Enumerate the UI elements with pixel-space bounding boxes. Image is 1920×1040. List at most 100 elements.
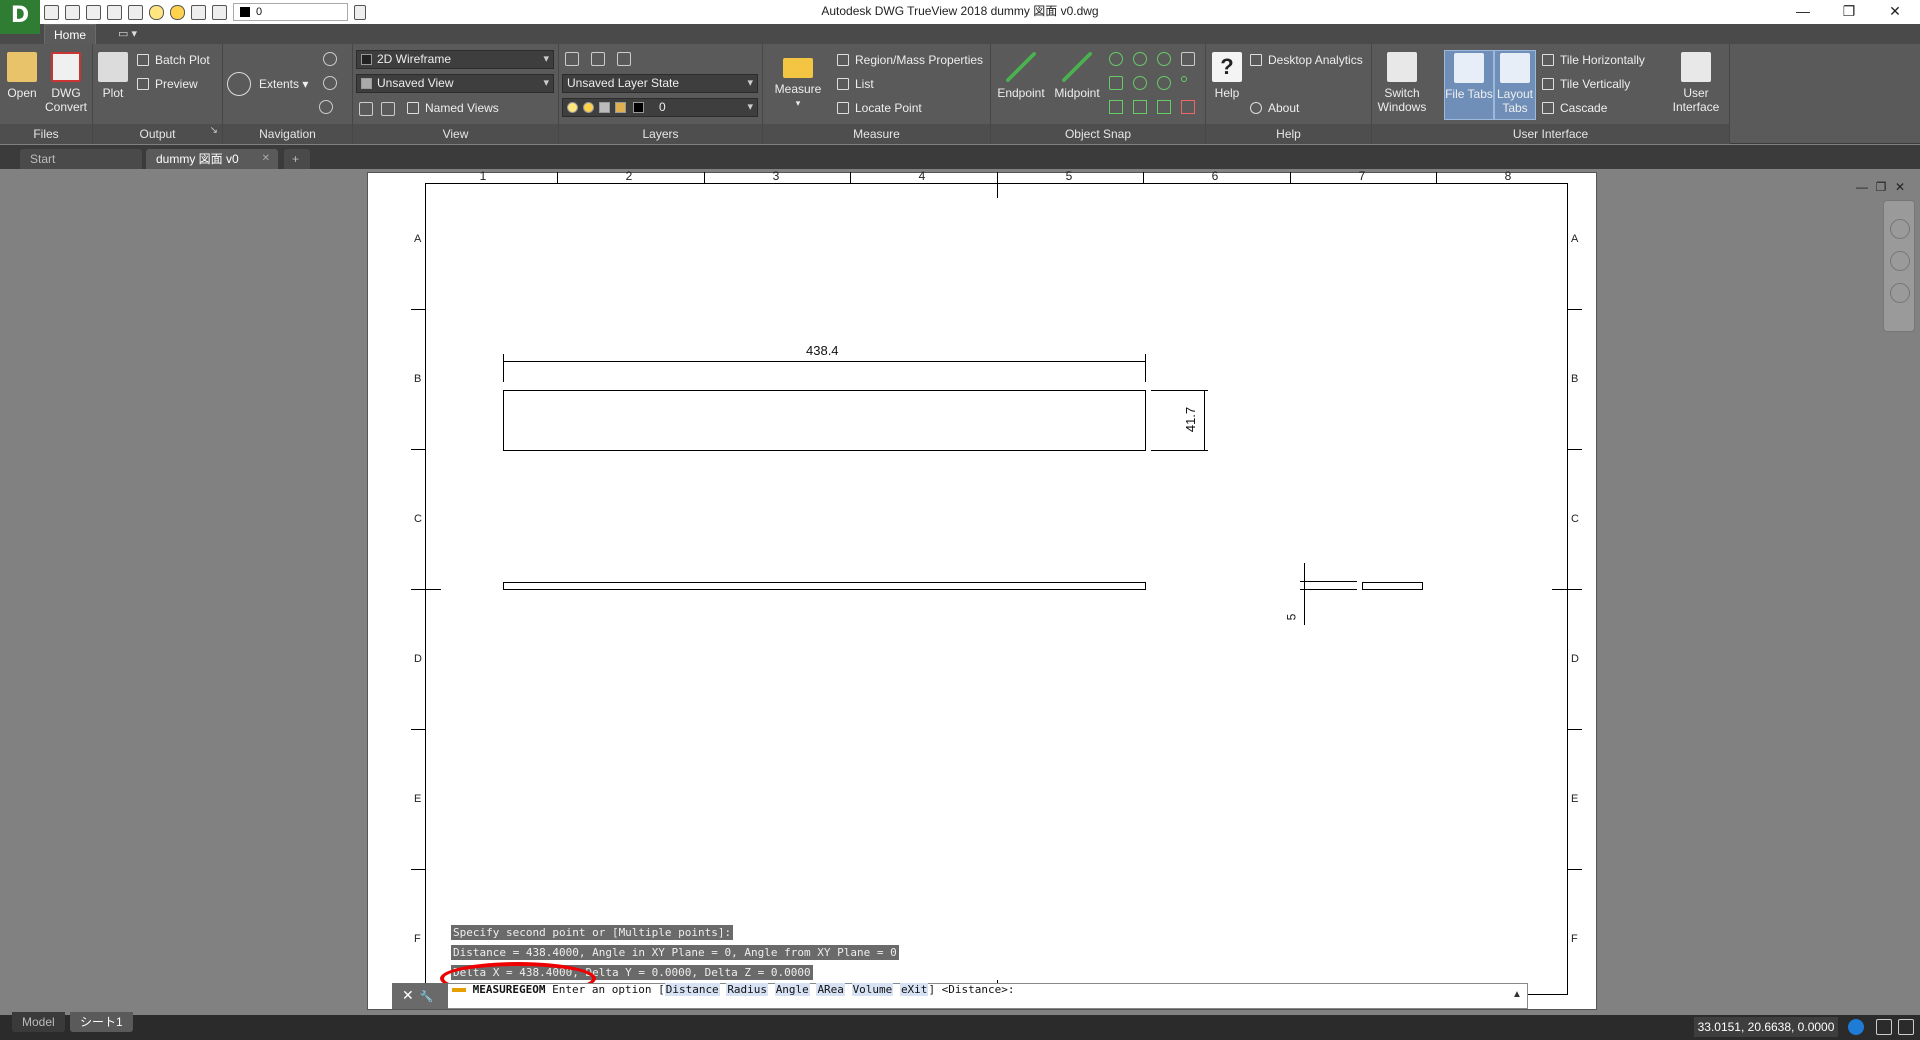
endpoint-button[interactable]: Endpoint — [995, 52, 1047, 100]
zoom-extents-icon[interactable] — [1890, 283, 1910, 303]
intersection-snap-icon[interactable] — [1133, 52, 1147, 66]
tab-close-icon[interactable]: ✕ — [262, 149, 270, 169]
about-button[interactable]: About — [1250, 98, 1299, 118]
tab-start[interactable]: Start — [20, 149, 142, 169]
desktop-analytics-button[interactable]: Desktop Analytics — [1250, 50, 1363, 70]
command-line-grip[interactable]: ✕🔧 — [392, 983, 448, 1009]
layout-tabs-button[interactable]: Layout Tabs — [1494, 50, 1536, 120]
part-side-view-rect[interactable] — [1362, 582, 1423, 590]
panel-label: User Interface — [1372, 124, 1729, 144]
restore-button[interactable]: ❐ — [1826, 0, 1872, 24]
cascade-button[interactable]: Cascade — [1542, 98, 1607, 118]
list-button[interactable]: List — [837, 74, 874, 94]
part-front-view-rect[interactable] — [503, 390, 1146, 451]
current-layer-dropdown[interactable]: 0 — [562, 98, 758, 117]
tab-model[interactable]: Model — [12, 1012, 65, 1032]
panel-navigation: Extents ▾ Navigation — [223, 44, 353, 144]
perpendicular-snap-icon[interactable] — [1109, 100, 1123, 114]
cascade-icon — [1542, 102, 1554, 114]
midpoint-button[interactable]: Midpoint — [1049, 52, 1105, 100]
option-angle[interactable]: Angle — [774, 983, 810, 996]
steering-wheel-icon[interactable] — [1890, 219, 1910, 239]
open-icon[interactable] — [44, 4, 59, 20]
node-snap-icon[interactable] — [1109, 76, 1123, 90]
dwg-convert-icon[interactable] — [65, 4, 80, 20]
layer-state-dropdown[interactable]: Unsaved Layer State — [562, 74, 758, 93]
viewport-minimize-button[interactable]: — — [1855, 180, 1869, 194]
close-icon[interactable]: ✕ — [402, 987, 420, 1003]
tile-vertically-button[interactable]: Tile Vertically — [1542, 74, 1630, 94]
annotation-scale-icon[interactable] — [1848, 1019, 1864, 1035]
tab-sheet1[interactable]: シート1 — [70, 1012, 133, 1032]
preview-icon[interactable] — [128, 4, 143, 20]
nearest-snap-icon[interactable] — [1181, 76, 1187, 82]
option-radius[interactable]: Radius — [726, 983, 769, 996]
ribbon-tab-bar — [0, 24, 1920, 44]
freeze-icon[interactable] — [191, 4, 206, 20]
ribbon-display-toggle[interactable]: ▭ ▾ — [118, 24, 148, 44]
close-button[interactable]: ✕ — [1872, 0, 1918, 24]
minimize-button[interactable]: — — [1780, 0, 1826, 24]
lock-icon[interactable] — [212, 4, 227, 20]
layer-previous-icon[interactable] — [591, 52, 605, 66]
output-dialog-launcher[interactable]: ↘ — [210, 125, 218, 136]
region-mass-properties-button[interactable]: Region/Mass Properties — [837, 50, 983, 70]
batch-plot-button[interactable]: Batch Plot — [137, 50, 210, 70]
part-top-view-rect[interactable] — [503, 582, 1146, 590]
viewport-restore-button[interactable]: ❐ — [1874, 180, 1888, 194]
locate-point-button[interactable]: Locate Point — [837, 98, 922, 118]
visual-style-dropdown[interactable]: 2D Wireframe — [356, 50, 554, 69]
application-menu-button[interactable]: D — [0, 0, 40, 34]
layer-properties-icon[interactable] — [565, 52, 579, 66]
viewport-config-icon[interactable] — [359, 102, 373, 116]
viewport-close-button[interactable]: ✕ — [1893, 180, 1907, 194]
plot-button[interactable]: Plot — [95, 52, 131, 100]
extents-button[interactable]: Extents ▾ — [227, 72, 308, 96]
pan-hand-icon[interactable] — [323, 52, 337, 66]
user-interface-button[interactable]: User Interface — [1666, 52, 1726, 114]
option-volume[interactable]: Volume — [851, 983, 894, 996]
measure-button[interactable]: Measure ▾ — [773, 52, 823, 110]
qat-customize-icon[interactable] — [354, 4, 366, 20]
switch-windows-button[interactable]: Switch Windows — [1376, 52, 1428, 114]
restore-viewports-icon[interactable] — [381, 102, 395, 116]
layer-walk-icon[interactable] — [617, 52, 631, 66]
option-area[interactable]: ARea — [816, 983, 845, 996]
batch-plot-icon[interactable] — [107, 4, 122, 20]
parallel-snap-icon[interactable] — [1133, 100, 1147, 114]
center-snap-icon[interactable] — [1109, 52, 1123, 66]
orbit-icon[interactable] — [323, 76, 337, 90]
snap-settings-icon[interactable] — [1181, 52, 1195, 66]
quadrant-snap-icon[interactable] — [1133, 76, 1147, 90]
tab-dummy-drawing[interactable]: dummy 図面 v0 ✕ — [146, 149, 278, 169]
new-tab-button[interactable]: + — [284, 149, 310, 169]
pan-hand-icon[interactable] — [1890, 251, 1910, 271]
option-distance[interactable]: Distance — [664, 983, 720, 996]
snap-off-icon[interactable] — [1181, 100, 1195, 114]
tab-home[interactable]: Home — [44, 24, 96, 45]
lightbulb-icon[interactable] — [149, 4, 164, 20]
command-history-toggle[interactable]: ▲ — [1512, 983, 1526, 1009]
column-tick — [1290, 172, 1291, 183]
fullscreen-icon[interactable] — [1876, 1019, 1892, 1035]
help-button[interactable]: ? Help — [1210, 52, 1244, 100]
customize-icon[interactable] — [1898, 1019, 1914, 1035]
open-button[interactable]: Open — [4, 52, 40, 100]
extension-snap-icon[interactable] — [1157, 100, 1171, 114]
preview-button[interactable]: Preview — [137, 74, 198, 94]
wrench-icon[interactable]: 🔧 — [420, 991, 440, 1003]
tangent-snap-icon[interactable] — [1157, 76, 1171, 90]
sun-icon[interactable] — [170, 4, 185, 20]
option-exit[interactable]: eXit — [899, 983, 929, 996]
named-views-button[interactable]: Named Views — [407, 98, 499, 118]
command-icon — [452, 988, 466, 992]
steering-wheel-icon[interactable] — [319, 100, 333, 114]
column-number: 8 — [1504, 169, 1512, 183]
file-tabs-button[interactable]: File Tabs — [1444, 50, 1494, 120]
dwg-convert-button[interactable]: DWG Convert — [44, 52, 88, 114]
plot-icon[interactable] — [86, 4, 101, 20]
named-view-dropdown[interactable]: Unsaved View — [356, 74, 554, 93]
tile-horizontally-button[interactable]: Tile Horizontally — [1542, 50, 1645, 70]
apparent-intersection-icon[interactable] — [1157, 52, 1171, 66]
qat-layer-dropdown[interactable]: 0 — [233, 3, 348, 21]
